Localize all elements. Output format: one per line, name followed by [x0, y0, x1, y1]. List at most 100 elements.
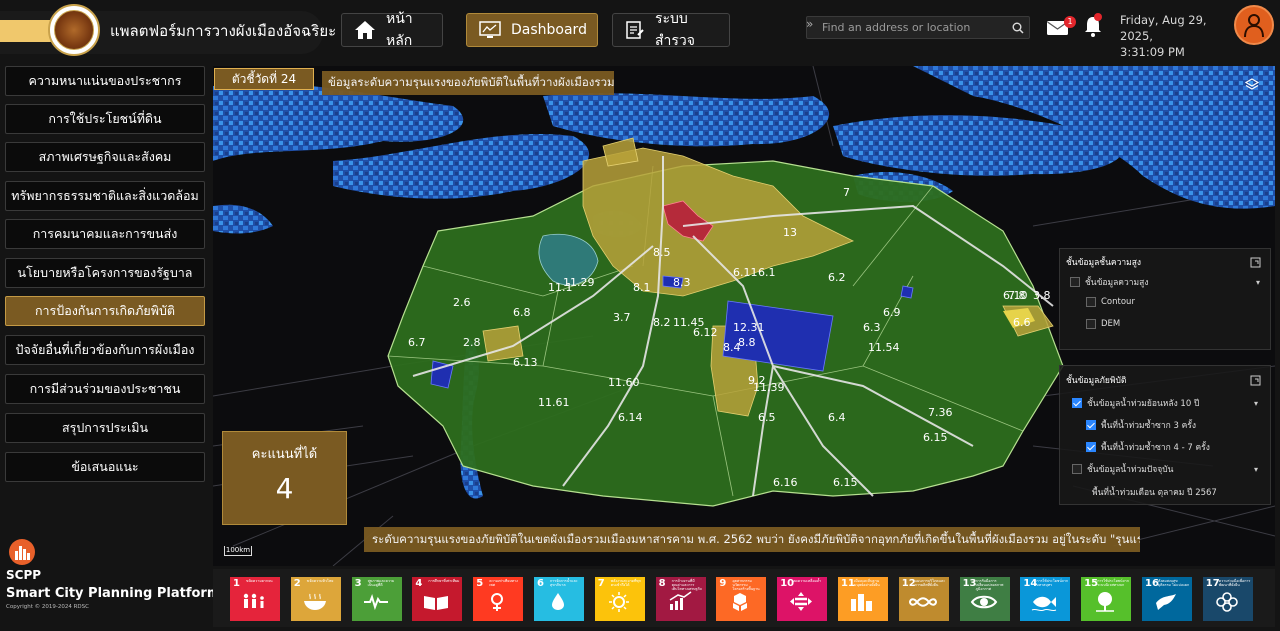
dem-checkbox[interactable] — [1086, 319, 1096, 329]
sdg-tile-2[interactable]: 2 ขจัดความหิวโหย — [290, 577, 341, 621]
elevation-panel-toggle[interactable] — [1250, 253, 1262, 268]
indicator-tag: ตัวชี้วัดที่ 24 — [214, 68, 314, 90]
sidebar-item-assessment-summary[interactable]: สรุปการประเมิน — [5, 413, 205, 443]
elevation-group-checkbox[interactable] — [1070, 277, 1080, 287]
flood-3-times-row[interactable]: พื้นที่น้ำท่วมซ้ำซาก 3 ครั้ง — [1086, 418, 1196, 432]
city-seal-logo — [48, 4, 100, 56]
copyright: Copyright © 2019-2024 RDSC — [6, 604, 89, 610]
sidebar-item-government-policy[interactable]: นโยบายหรือโครงการของรัฐบาล — [5, 258, 205, 288]
sdg-title: แผนการบริโภคและการผลิตที่ยั่งยืน — [914, 579, 946, 587]
sdg-tile-9[interactable]: 9 อุตสาหกรรม นวัตกรรม โครงสร้างพื้นฐาน — [716, 577, 767, 621]
nav-survey-label: ระบบสำรวจ — [655, 11, 695, 49]
sdg-title: การใช้ประโยชน์จากมหาสมุทร — [1036, 579, 1069, 587]
zone-label: 8.1 — [633, 281, 651, 294]
flood-oct-2567-row[interactable]: พื้นที่น้ำท่วมเดือน ตุลาคม ปี 2567 — [1092, 485, 1217, 499]
flood-history-row[interactable]: ชั้นข้อมูลน้ำท่วมย้อนหลัง 10 ปี ▾ — [1072, 396, 1258, 410]
sdg-tile-11[interactable]: 11 เมืองและถิ่นฐานมนุษย์อย่างยั่งยืน — [838, 577, 888, 621]
sidebar-item-population-density[interactable]: ความหนาแน่นของประชากร — [5, 66, 205, 96]
zone-label: 6.1 — [758, 266, 776, 279]
people-icon — [243, 593, 264, 608]
flood-current-row[interactable]: ชั้นข้อมูลน้ำท่วมปัจจุบัน ▾ — [1072, 462, 1258, 476]
chevron-down-icon[interactable]: ▾ — [1256, 278, 1260, 287]
nav-home-label: หน้าหลัก — [386, 11, 413, 49]
sdg-title: ความเท่าเทียมทางเพศ — [489, 579, 518, 587]
scpp-logo-icon — [9, 539, 35, 565]
sdg-number: 17 — [1205, 578, 1220, 589]
nav-dashboard-label: Dashboard — [511, 22, 587, 38]
panel-toggle-icon — [1250, 375, 1261, 386]
heartbeat-icon — [363, 593, 388, 611]
zone-label: 8.5 — [653, 246, 671, 259]
zone-label: 3.7 — [613, 311, 631, 324]
bowl-icon — [303, 593, 326, 610]
sdg-tile-15[interactable]: 15 การใช้ประโยชน์จากระบบนิเวศทางบก — [1081, 577, 1132, 621]
zone-label: 8.2 — [653, 316, 671, 329]
contour-checkbox[interactable] — [1086, 297, 1096, 307]
sdg-tile-1[interactable]: 1 ขจัดความยากจน — [230, 577, 280, 621]
growth-icon — [669, 591, 692, 610]
hazard-panel-title: ชั้นข้อมูลภัยพิบัติ — [1066, 376, 1127, 386]
elevation-layer-panel: ชั้นข้อมูลชั้นความสูง ชั้นข้อมูลความสูง … — [1059, 248, 1271, 350]
sidebar-item-land-use[interactable]: การใช้ประโยชน์ที่ดิน — [5, 104, 205, 134]
chevron-down-icon[interactable]: ▾ — [1254, 399, 1258, 408]
flood-history-checkbox[interactable] — [1072, 398, 1082, 408]
sidebar-item-public-participation[interactable]: การมีส่วนร่วมของประชาชน — [5, 374, 205, 404]
flood-3-times-checkbox[interactable] — [1086, 420, 1096, 430]
sdg-tile-5[interactable]: 5 ความเท่าเทียมทางเพศ — [473, 577, 524, 621]
dashboard-icon — [479, 21, 501, 38]
zone-label: 6.7 — [408, 336, 426, 349]
map-title: ข้อมูลระดับความรุนแรงของภัยพิบัติในพื้นท… — [322, 71, 615, 95]
sdg-tile-8[interactable]: 8 การจ้างงานที่มีคุณค่าและการเติบโตทางเศร… — [655, 577, 706, 621]
nav-dashboard-button[interactable]: Dashboard — [466, 13, 598, 47]
sdg-tile-6[interactable]: 6 การจัดการน้ำและสุขาภิบาล — [534, 577, 584, 621]
zone-label: 11.61 — [538, 396, 570, 409]
sidebar-item-other-factors[interactable]: ปัจจัยอื่นที่เกี่ยวข้องกับการผังเมือง — [5, 335, 205, 365]
sidebar-item-recommendations[interactable]: ข้อเสนอแนะ — [5, 452, 205, 482]
sdg-tile-3[interactable]: 3 สุขภาพและความเป็นอยู่ที่ดี — [351, 577, 402, 621]
zone-label: 6.5 — [758, 411, 776, 424]
flood-4-7-times-row[interactable]: พื้นที่น้ำท่วมซ้ำซาก 4 - 7 ครั้ง — [1086, 440, 1210, 454]
user-avatar[interactable] — [1234, 5, 1274, 45]
zone-label: 6.15 — [923, 431, 948, 444]
elevation-group-row[interactable]: ชั้นข้อมูลความสูง ▾ — [1070, 275, 1260, 289]
sdg-tile-14[interactable]: 14 การใช้ประโยชน์จากมหาสมุทร — [1020, 577, 1071, 621]
expand-search-icon[interactable]: » — [806, 17, 818, 37]
flood-current-checkbox[interactable] — [1072, 464, 1082, 474]
sdg-tile-7[interactable]: 7 พลังงานสะอาดที่ทุกคนเข้าถึงได้ — [594, 577, 645, 621]
sdg-number: 8 — [658, 578, 666, 589]
sdg-tile-12[interactable]: 12 แผนการบริโภคและการผลิตที่ยั่งยืน — [898, 577, 949, 621]
sidebar-item-socioeconomic[interactable]: สภาพเศรษฐกิจและสังคม — [5, 142, 205, 172]
zone-label: 6.13 — [513, 356, 538, 369]
sidebar-item-natural-resources[interactable]: ทรัพยากรธรรมชาติและสิ่งแวดล้อม — [5, 181, 205, 211]
zone-label: 6.2 — [828, 271, 846, 284]
infinity-icon — [908, 597, 937, 607]
map-view[interactable]: 6.1 6.2 6.3 6.4 6.5 6.6 6.7 6.8 6.9 6.10 6.11 6.12 6… — [213, 66, 1275, 566]
sidebar-item-transportation[interactable]: การคมนาคมและการขนส่ง — [5, 219, 205, 249]
nav-survey-button[interactable]: ระบบสำรวจ — [612, 11, 730, 49]
contour-row[interactable]: Contour — [1086, 297, 1135, 307]
sdg-tile-16[interactable]: 16 สังคมสงบสุข ยุติธรรม ไม่แบ่งแยก — [1142, 577, 1192, 621]
hazard-panel-toggle[interactable] — [1250, 371, 1262, 386]
sdg-tile-10[interactable]: 10 ลดความเหลื่อมล้ำ — [777, 577, 828, 621]
sdg-title: การศึกษาที่เท่าเทียม — [428, 579, 460, 583]
home-icon — [355, 21, 375, 39]
layers-button[interactable] — [1243, 76, 1261, 94]
chevron-down-icon[interactable]: ▾ — [1254, 465, 1258, 474]
search-input[interactable] — [820, 17, 1006, 38]
zone-label: 8.8 — [738, 336, 756, 349]
sdg-tile-17[interactable]: 17 ความร่วมมือเพื่อการพัฒนาที่ยั่งยืน — [1202, 577, 1253, 621]
zone-label: 11.29 — [563, 276, 595, 289]
sdg-title: พลังงานสะอาดที่ทุกคนเข้าถึงได้ — [610, 579, 641, 587]
dem-row[interactable]: DEM — [1086, 319, 1120, 329]
sun-icon — [608, 592, 629, 612]
flood-4-7-times-checkbox[interactable] — [1086, 442, 1096, 452]
sdg-number: 15 — [1084, 578, 1099, 589]
flood-oct-2567-label: พื้นที่น้ำท่วมเดือน ตุลาคม ปี 2567 — [1092, 488, 1217, 498]
search-button[interactable] — [1008, 17, 1028, 38]
nav-home-button[interactable]: หน้าหลัก — [341, 11, 443, 49]
sdg-tile-13[interactable]: 13 การรับมือการเปลี่ยนแปลงสภาพภูมิอากาศ — [959, 577, 1010, 621]
layers-icon — [1245, 78, 1259, 90]
sidebar-item-disaster-prevention[interactable]: การป้องกันการเกิดภัยพิบัติ — [5, 296, 205, 326]
zone-label: 11.45 — [673, 316, 705, 329]
sdg-tile-4[interactable]: 4 การศึกษาที่เท่าเทียม — [412, 577, 463, 621]
